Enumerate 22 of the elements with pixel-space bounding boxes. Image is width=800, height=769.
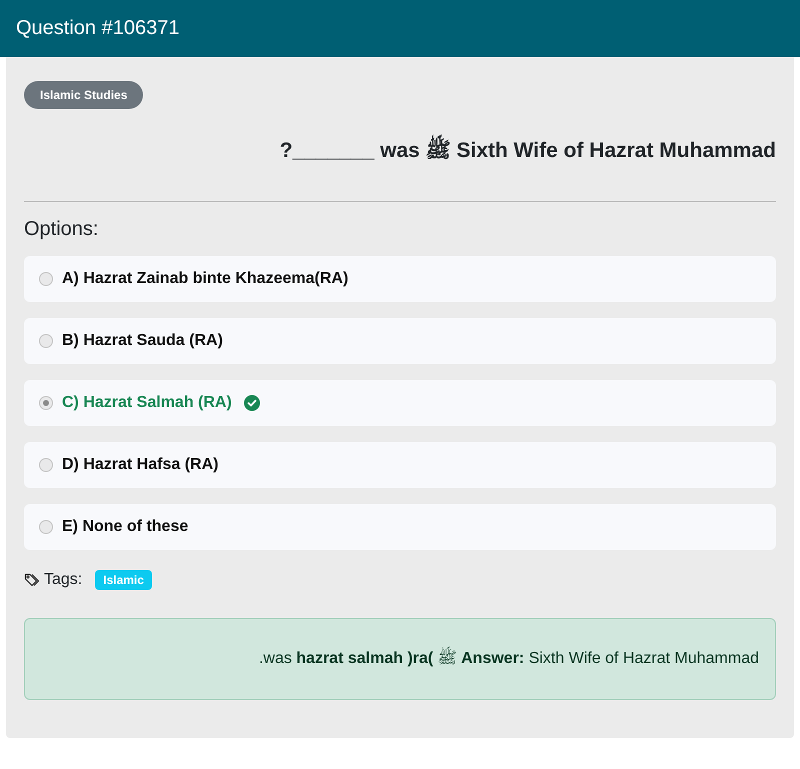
tags-label: Tags: (44, 571, 82, 589)
option-label: E) None of these (62, 518, 188, 536)
option-row[interactable]: A) Hazrat Zainab binte Khazeema(RA) (24, 256, 776, 302)
radio-button[interactable] (39, 396, 53, 410)
option-row[interactable]: B) Hazrat Sauda (RA) (24, 318, 776, 364)
radio-button[interactable] (39, 334, 53, 348)
radio-button[interactable] (39, 272, 53, 286)
radio-button[interactable] (39, 520, 53, 534)
option-label: B) Hazrat Sauda (RA) (62, 332, 223, 350)
option-row[interactable]: D) Hazrat Hafsa (RA) (24, 442, 776, 488)
option-row[interactable]: E) None of these (24, 504, 776, 550)
category-badge: Islamic Studies (24, 81, 144, 109)
check-circle-icon (244, 395, 260, 411)
page-title: Question #106371 (16, 17, 180, 40)
tags-icon (24, 572, 40, 588)
radio-button[interactable] (39, 458, 53, 472)
option-label: D) Hazrat Hafsa (RA) (62, 456, 218, 474)
question-text: ?_______ was ﷺ Sixth Wife of Hazrat Muhammad (24, 137, 776, 168)
option-label: C) Hazrat Salmah (RA) (62, 394, 232, 412)
option-row[interactable]: C) Hazrat Salmah (RA) (24, 380, 776, 426)
options-heading: Options: (24, 218, 100, 241)
option-label: A) Hazrat Zainab binte Khazeema(RA) (62, 270, 348, 288)
